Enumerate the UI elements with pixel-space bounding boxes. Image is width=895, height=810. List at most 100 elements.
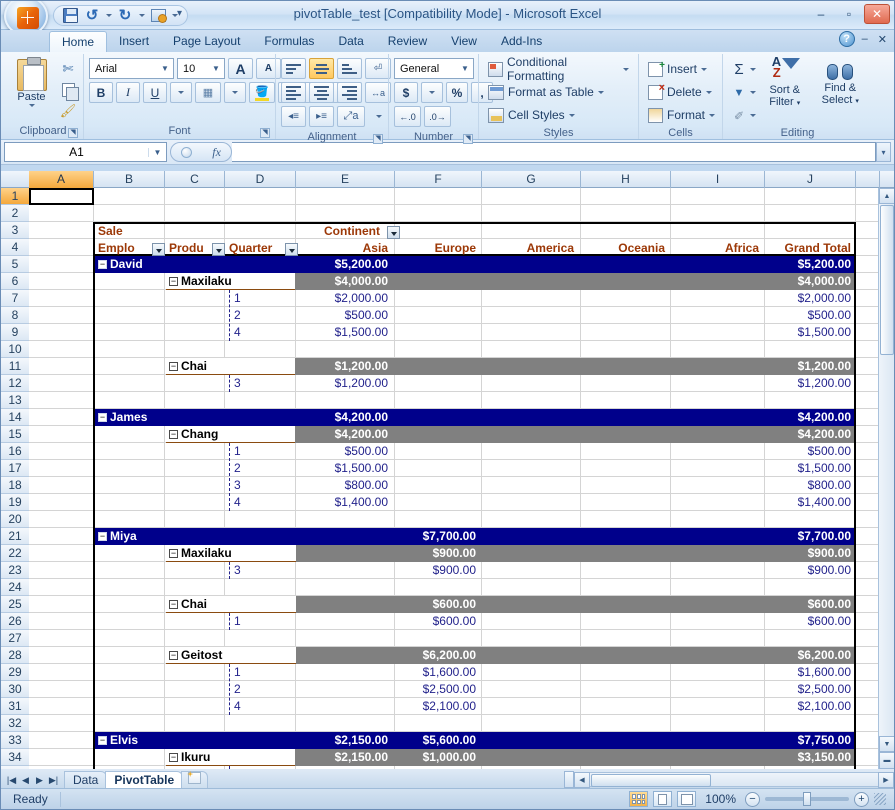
name-box[interactable]: A1 ▼ (4, 142, 167, 162)
borders-button[interactable]: ▦ (195, 82, 221, 103)
horizontal-scrollbar[interactable]: ◀ ▶ (564, 771, 894, 788)
active-cell-a1[interactable] (29, 188, 94, 205)
page-layout-view-button[interactable] (653, 791, 673, 807)
next-sheet-button[interactable]: ▶ (33, 775, 46, 786)
row-header-13[interactable]: 13 (1, 392, 29, 409)
conditional-formatting-button[interactable]: Conditional Formatting (484, 55, 633, 83)
collapse-icon[interactable]: − (169, 277, 178, 287)
align-top-button[interactable] (281, 58, 306, 79)
italic-button[interactable]: I (116, 82, 140, 103)
percent-format-button[interactable]: % (446, 82, 468, 103)
row-header-1[interactable]: 1 (1, 188, 29, 205)
row-header-5[interactable]: 5 (1, 256, 29, 273)
tab-add-ins[interactable]: Add-Ins (489, 31, 554, 52)
align-right-button[interactable] (337, 82, 362, 103)
row-header-29[interactable]: 29 (1, 664, 29, 681)
pivot-row-product-maxilaku-2[interactable]: − Maxilaku (166, 545, 296, 562)
collapse-icon[interactable]: − (98, 413, 107, 423)
employee-filter-dropdown[interactable] (152, 243, 165, 256)
tab-review[interactable]: Review (376, 31, 439, 52)
sheet-tab-data[interactable]: Data (64, 771, 108, 788)
number-format-combo[interactable]: General ▼ (394, 58, 474, 79)
format-cells-button[interactable]: Format (644, 104, 719, 126)
sheet-tab-pivottable[interactable]: PivotTable (105, 771, 184, 788)
row-header-23[interactable]: 23 (1, 562, 29, 579)
row-header-15[interactable]: 15 (1, 426, 29, 443)
row-header-11[interactable]: 11 (1, 358, 29, 375)
clear-button[interactable]: ✐ (728, 105, 750, 126)
zoom-slider[interactable] (765, 792, 849, 806)
row-header-14[interactable]: 14 (1, 409, 29, 426)
alignment-dialog-launcher-icon[interactable]: ◥ (373, 134, 383, 144)
increase-indent-button[interactable]: ▸≡ (309, 106, 334, 127)
column-header-F[interactable]: F (395, 171, 482, 188)
align-center-button[interactable] (309, 82, 334, 103)
row-header-3[interactable]: 3 (1, 222, 29, 239)
insert-function-icon[interactable]: fx (212, 145, 221, 160)
zoom-in-button[interactable]: + (854, 791, 869, 807)
collapse-icon[interactable]: − (169, 753, 178, 763)
pivot-row-product-chang[interactable]: − Chang (166, 426, 296, 443)
increase-decimal-button[interactable]: ←.0 (394, 106, 421, 127)
row-header-28[interactable]: 28 (1, 647, 29, 664)
pivot-row-product-maxilaku-1[interactable]: − Maxilaku (166, 273, 296, 290)
collapse-icon[interactable]: − (169, 362, 178, 372)
row-header-17[interactable]: 17 (1, 460, 29, 477)
accounting-format-button[interactable]: $ (394, 82, 418, 103)
pivot-row-employee-david[interactable]: − David (95, 256, 755, 273)
tab-insert[interactable]: Insert (107, 31, 161, 52)
decrease-decimal-button[interactable]: .0→ (424, 106, 451, 127)
column-header-B[interactable]: B (94, 171, 165, 188)
zoom-slider-thumb[interactable] (803, 792, 811, 806)
align-bottom-button[interactable] (337, 58, 362, 79)
first-sheet-button[interactable]: |◀ (5, 775, 18, 786)
align-left-button[interactable] (281, 82, 306, 103)
chevron-down-icon[interactable]: ▼ (148, 147, 166, 157)
row-header-16[interactable]: 16 (1, 443, 29, 460)
row-header-20[interactable]: 20 (1, 511, 29, 528)
cut-button[interactable]: ✄ (58, 60, 78, 78)
pivot-row-product-ikuru[interactable]: − Ikuru (166, 749, 296, 766)
column-header-C[interactable]: C (165, 171, 225, 188)
orientation-dropdown[interactable] (368, 106, 390, 127)
align-middle-button[interactable] (309, 58, 334, 79)
row-header-32[interactable]: 32 (1, 715, 29, 732)
column-header-G[interactable]: G (482, 171, 581, 188)
row-header-12[interactable]: 12 (1, 375, 29, 392)
collapse-icon[interactable]: − (98, 736, 107, 746)
scroll-down-button[interactable]: ▼ (879, 736, 894, 752)
formula-input[interactable] (232, 142, 876, 162)
minimize-button[interactable]: – (808, 4, 834, 24)
pivot-row-product-chai-2[interactable]: − Chai (166, 596, 296, 613)
cancel-formula-icon[interactable] (181, 146, 193, 158)
sheet-area[interactable]: Sale Continent Emplo Produ Quarter Asia … (29, 188, 878, 769)
zoom-level[interactable]: 100% (701, 792, 740, 806)
collapse-icon[interactable]: − (169, 549, 178, 559)
scroll-up-button[interactable]: ▲ (879, 188, 894, 204)
column-header-E[interactable]: E (296, 171, 395, 188)
grow-font-button[interactable]: A (228, 58, 253, 79)
zoom-out-button[interactable]: − (745, 791, 760, 807)
sort-filter-button[interactable]: AZ Sort & Filter ▾ (758, 55, 812, 110)
number-dialog-launcher-icon[interactable]: ◥ (463, 134, 473, 144)
row-header-25[interactable]: 25 (1, 596, 29, 613)
font-name-combo[interactable]: Arial ▼ (89, 58, 174, 79)
column-header-J[interactable]: J (765, 171, 856, 188)
scroll-left-button[interactable]: ◀ (574, 771, 590, 788)
pivot-row-product-geitost[interactable]: − Geitost (166, 647, 296, 664)
row-header-18[interactable]: 18 (1, 477, 29, 494)
continent-filter-dropdown[interactable] (387, 226, 400, 239)
column-header-D[interactable]: D (225, 171, 296, 188)
column-header-A[interactable]: A (29, 171, 94, 188)
insert-cells-button[interactable]: Insert (644, 58, 711, 80)
scroll-right-button[interactable]: ▶ (878, 771, 894, 788)
vertical-scroll-thumb[interactable] (880, 205, 894, 355)
paste-button[interactable]: Paste (8, 57, 55, 107)
font-size-combo[interactable]: 10 ▼ (177, 58, 225, 79)
accounting-dropdown[interactable] (421, 82, 443, 103)
minimize-ribbon-button[interactable]: – (859, 33, 871, 45)
close-document-button[interactable]: ✕ (875, 33, 890, 46)
column-header-K[interactable] (856, 171, 880, 188)
fill-color-button[interactable]: 🪣 (249, 82, 275, 103)
row-header-6[interactable]: 6 (1, 273, 29, 290)
